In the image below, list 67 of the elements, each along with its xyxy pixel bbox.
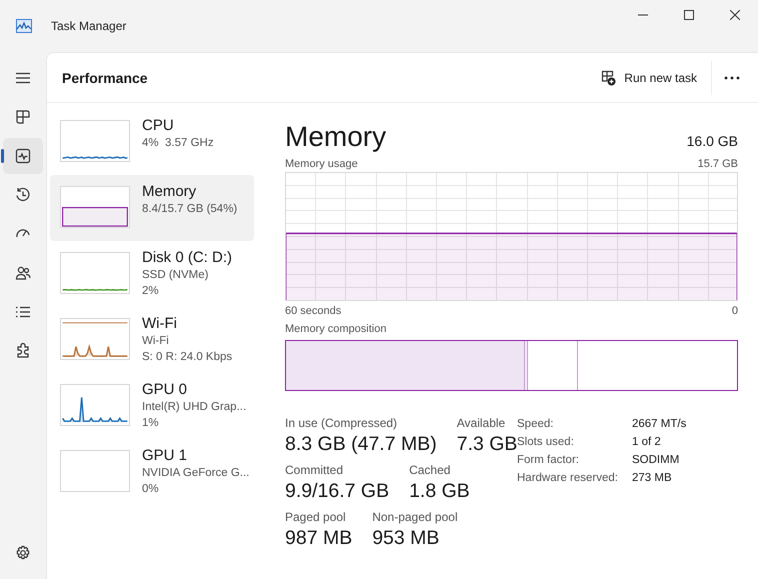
device-info: Intel(R) UHD Grap... [142, 400, 246, 415]
device-info: SSD (NVMe) [142, 268, 210, 283]
device-item[interactable]: Disk 0 (C: D:) SSD (NVMe) 2% [50, 241, 254, 307]
list-icon [15, 304, 31, 320]
device-info: S: 0 R: 24.0 Kbps [142, 350, 232, 365]
device-info: 0% [142, 482, 160, 497]
device-info: NVIDIA GeForce G... [142, 466, 250, 481]
page-title: Performance [62, 70, 148, 86]
device-info: Wi-Fi [142, 334, 170, 349]
stat-value: 1.8 GB [409, 479, 470, 504]
settings-icon [15, 545, 31, 561]
spec-label: Slots used: [517, 435, 575, 450]
graph-max: 15.7 GB [698, 157, 738, 171]
device-item[interactable]: CPU 4% 3.57 GHz [50, 109, 254, 175]
spec-label: Hardware reserved: [517, 471, 619, 486]
nav-button[interactable] [3, 138, 43, 174]
device-info: 2% [142, 284, 160, 299]
app-icon [16, 19, 32, 33]
stat-value: 987 MB [285, 526, 352, 551]
spec-label: Speed: [517, 417, 554, 432]
device-name: Wi-Fi [142, 315, 178, 333]
device-name: GPU 1 [142, 447, 188, 465]
window-title: Task Manager [51, 19, 126, 33]
more-icon [724, 76, 740, 80]
menu-icon [15, 70, 31, 86]
device-item[interactable]: Memory 8.4/15.7 GB (54%) [50, 175, 254, 241]
device-item[interactable]: GPU 1 NVIDIA GeForce G... 0% [50, 439, 254, 505]
device-item[interactable]: GPU 0 Intel(R) UHD Grap... 1% [50, 373, 254, 439]
stat-label: Non-paged pool [372, 510, 458, 525]
stat-value: 9.9/16.7 GB [285, 479, 390, 504]
stat-label: In use (Compressed) [285, 416, 398, 431]
device-name: GPU 0 [142, 381, 188, 399]
axis-label: 60 seconds [285, 304, 342, 318]
device-info: 8.4/15.7 GB (54%) [142, 202, 238, 217]
history-icon [15, 187, 31, 203]
graph-label: Memory usage [285, 157, 358, 171]
spec-value: 2667 MT/s [632, 417, 686, 432]
composition-label: Memory composition [285, 322, 388, 336]
grid-icon [15, 109, 31, 125]
stat-value: 8.3 GB (47.7 MB) [285, 432, 437, 457]
thumbnail-graph [60, 450, 130, 492]
spec-value: 1 of 2 [632, 435, 662, 450]
maximize-icon [684, 10, 694, 20]
device-info: 4% 3.57 GHz [142, 136, 214, 151]
stat-value: 953 MB [372, 526, 440, 551]
stat-label: Paged pool [285, 510, 347, 525]
device-name: Memory [142, 183, 198, 201]
spec-value: SODIMM [632, 453, 680, 468]
axis-label: 0 [732, 304, 738, 318]
device-item[interactable]: Wi-Fi Wi-Fi S: 0 R: 24.0 Kbps [50, 307, 254, 373]
device-name: CPU [142, 117, 175, 135]
run-new-task-button[interactable]: Run new task [588, 64, 709, 92]
pulse-chart-icon [15, 148, 31, 164]
device-info: 1% [142, 416, 160, 431]
add-window-icon [600, 70, 616, 86]
puzzle-icon [15, 343, 31, 359]
close-icon [730, 10, 740, 20]
device-name: Disk 0 (C: D:) [142, 249, 232, 267]
total-memory: 16.0 GB [686, 133, 738, 149]
stat-label: Committed [285, 463, 344, 478]
stat-value: 7.3 GB [456, 432, 518, 457]
stat-label: Cached [409, 463, 452, 478]
detail-title: Memory [285, 120, 386, 154]
users-icon [15, 265, 31, 281]
spec-value: 273 MB [632, 471, 673, 486]
stat-label: Available [456, 416, 506, 431]
spec-label: Form factor: [517, 453, 580, 468]
